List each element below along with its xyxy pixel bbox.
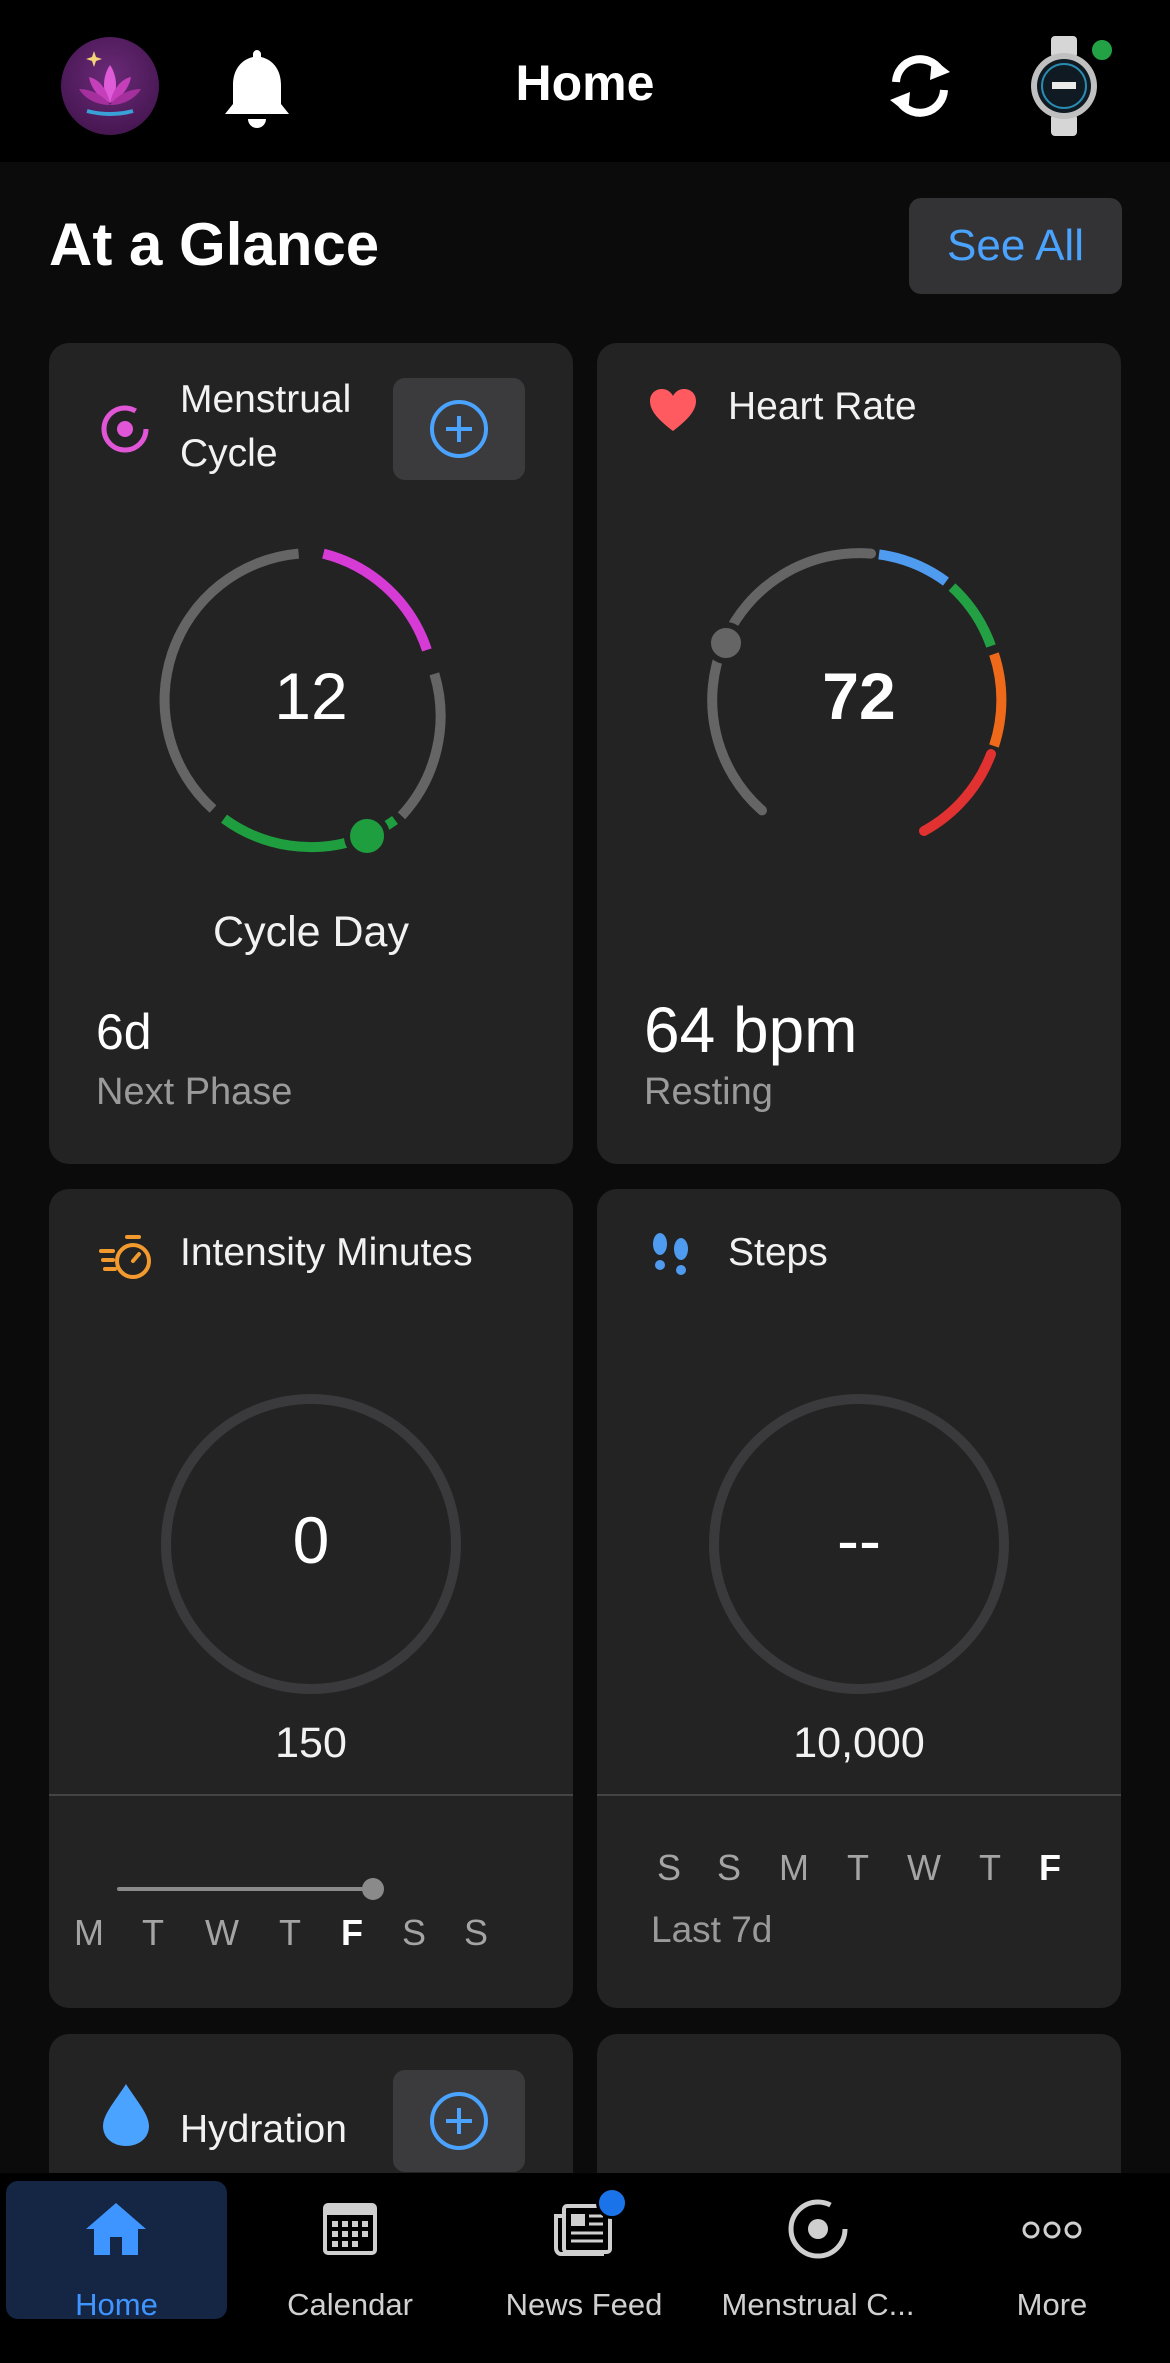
calendar-icon (323, 2203, 377, 2255)
tab-menstrual-cycle-label: Menstrual C... (721, 2287, 915, 2322)
tab-calendar-label: Calendar (287, 2287, 413, 2322)
steps-range-label: Last 7d (651, 1909, 773, 1950)
steps-day: S (656, 1847, 681, 1888)
tab-news-feed-label: News Feed (505, 2287, 663, 2322)
heart-rate-card[interactable]: Heart Rate 72 64 bpm Resting (597, 343, 1121, 1164)
footprints-icon (649, 1229, 693, 1282)
resting-hr-value: 64 bpm (644, 994, 858, 1066)
intensity-day: S (463, 1912, 488, 1953)
steps-goal: 10,000 (793, 1719, 925, 1767)
steps-day: W (907, 1847, 941, 1888)
home-icon (86, 2203, 146, 2255)
hydration-title: Hydration (180, 2108, 347, 2151)
steps-value: -- (837, 1503, 881, 1577)
stopwatch-icon (99, 1231, 155, 1288)
news-feed-badge (596, 2187, 628, 2219)
cycle-day-value: 12 (274, 659, 348, 733)
intensity-minutes-card[interactable]: Intensity Minutes 0 150 M T W T F S S (49, 1189, 573, 2008)
tab-home-label: Home (75, 2287, 158, 2322)
steps-day: S (716, 1847, 741, 1888)
card-divider (597, 1794, 1121, 1796)
steps-card[interactable]: Steps -- 10,000 S S M T W T F Last 7d (597, 1189, 1121, 2008)
steps-title: Steps (728, 1231, 828, 1274)
heart-rate-title: Heart Rate (728, 385, 917, 428)
intensity-goal: 150 (275, 1719, 347, 1767)
next-phase-label: Next Phase (96, 1071, 293, 1113)
heart-icon (647, 385, 699, 442)
card-divider (49, 1794, 573, 1796)
cycle-icon (99, 403, 151, 460)
next-phase-value: 6d (96, 1004, 152, 1060)
resting-hr-label: Resting (644, 1071, 773, 1113)
page-title: Home (515, 55, 655, 111)
cycle-day-label: Cycle Day (213, 908, 409, 956)
tab-more-label: More (1016, 2287, 1088, 2322)
add-hydration-button[interactable] (393, 2070, 525, 2172)
intensity-day-today: F (341, 1912, 363, 1953)
plus-circle-icon (430, 2092, 488, 2150)
steps-day: T (979, 1847, 1001, 1888)
more-icon (1022, 2221, 1082, 2239)
steps-day-today: F (1039, 1847, 1061, 1888)
water-drop-icon (101, 2082, 151, 2153)
cycle-icon (788, 2199, 848, 2259)
menstrual-cycle-card[interactable]: Menstrual Cycle 12 Cycle Day 6d Next Pha… (49, 343, 573, 1164)
sync-icon[interactable] (878, 46, 962, 126)
intensity-minutes-value: 0 (292, 1503, 330, 1577)
device-connected-badge (1089, 37, 1115, 63)
add-cycle-log-button[interactable] (393, 378, 525, 480)
intensity-day: S (401, 1912, 426, 1953)
top-bar: Home (0, 0, 1170, 162)
intensity-week-bar (117, 1878, 384, 1900)
menstrual-cycle-title: Menstrual Cycle (180, 378, 352, 475)
see-all-button[interactable]: See All (909, 198, 1122, 294)
plus-circle-icon (430, 400, 488, 458)
section-title: At a Glance (49, 211, 380, 278)
steps-day: M (779, 1847, 809, 1888)
intensity-day: T (279, 1912, 301, 1953)
intensity-day: M (74, 1912, 104, 1953)
heart-rate-value: 72 (822, 659, 896, 733)
intensity-day: T (142, 1912, 164, 1953)
steps-day: T (847, 1847, 869, 1888)
intensity-day: W (205, 1912, 239, 1953)
intensity-minutes-title: Intensity Minutes (180, 1231, 473, 1274)
